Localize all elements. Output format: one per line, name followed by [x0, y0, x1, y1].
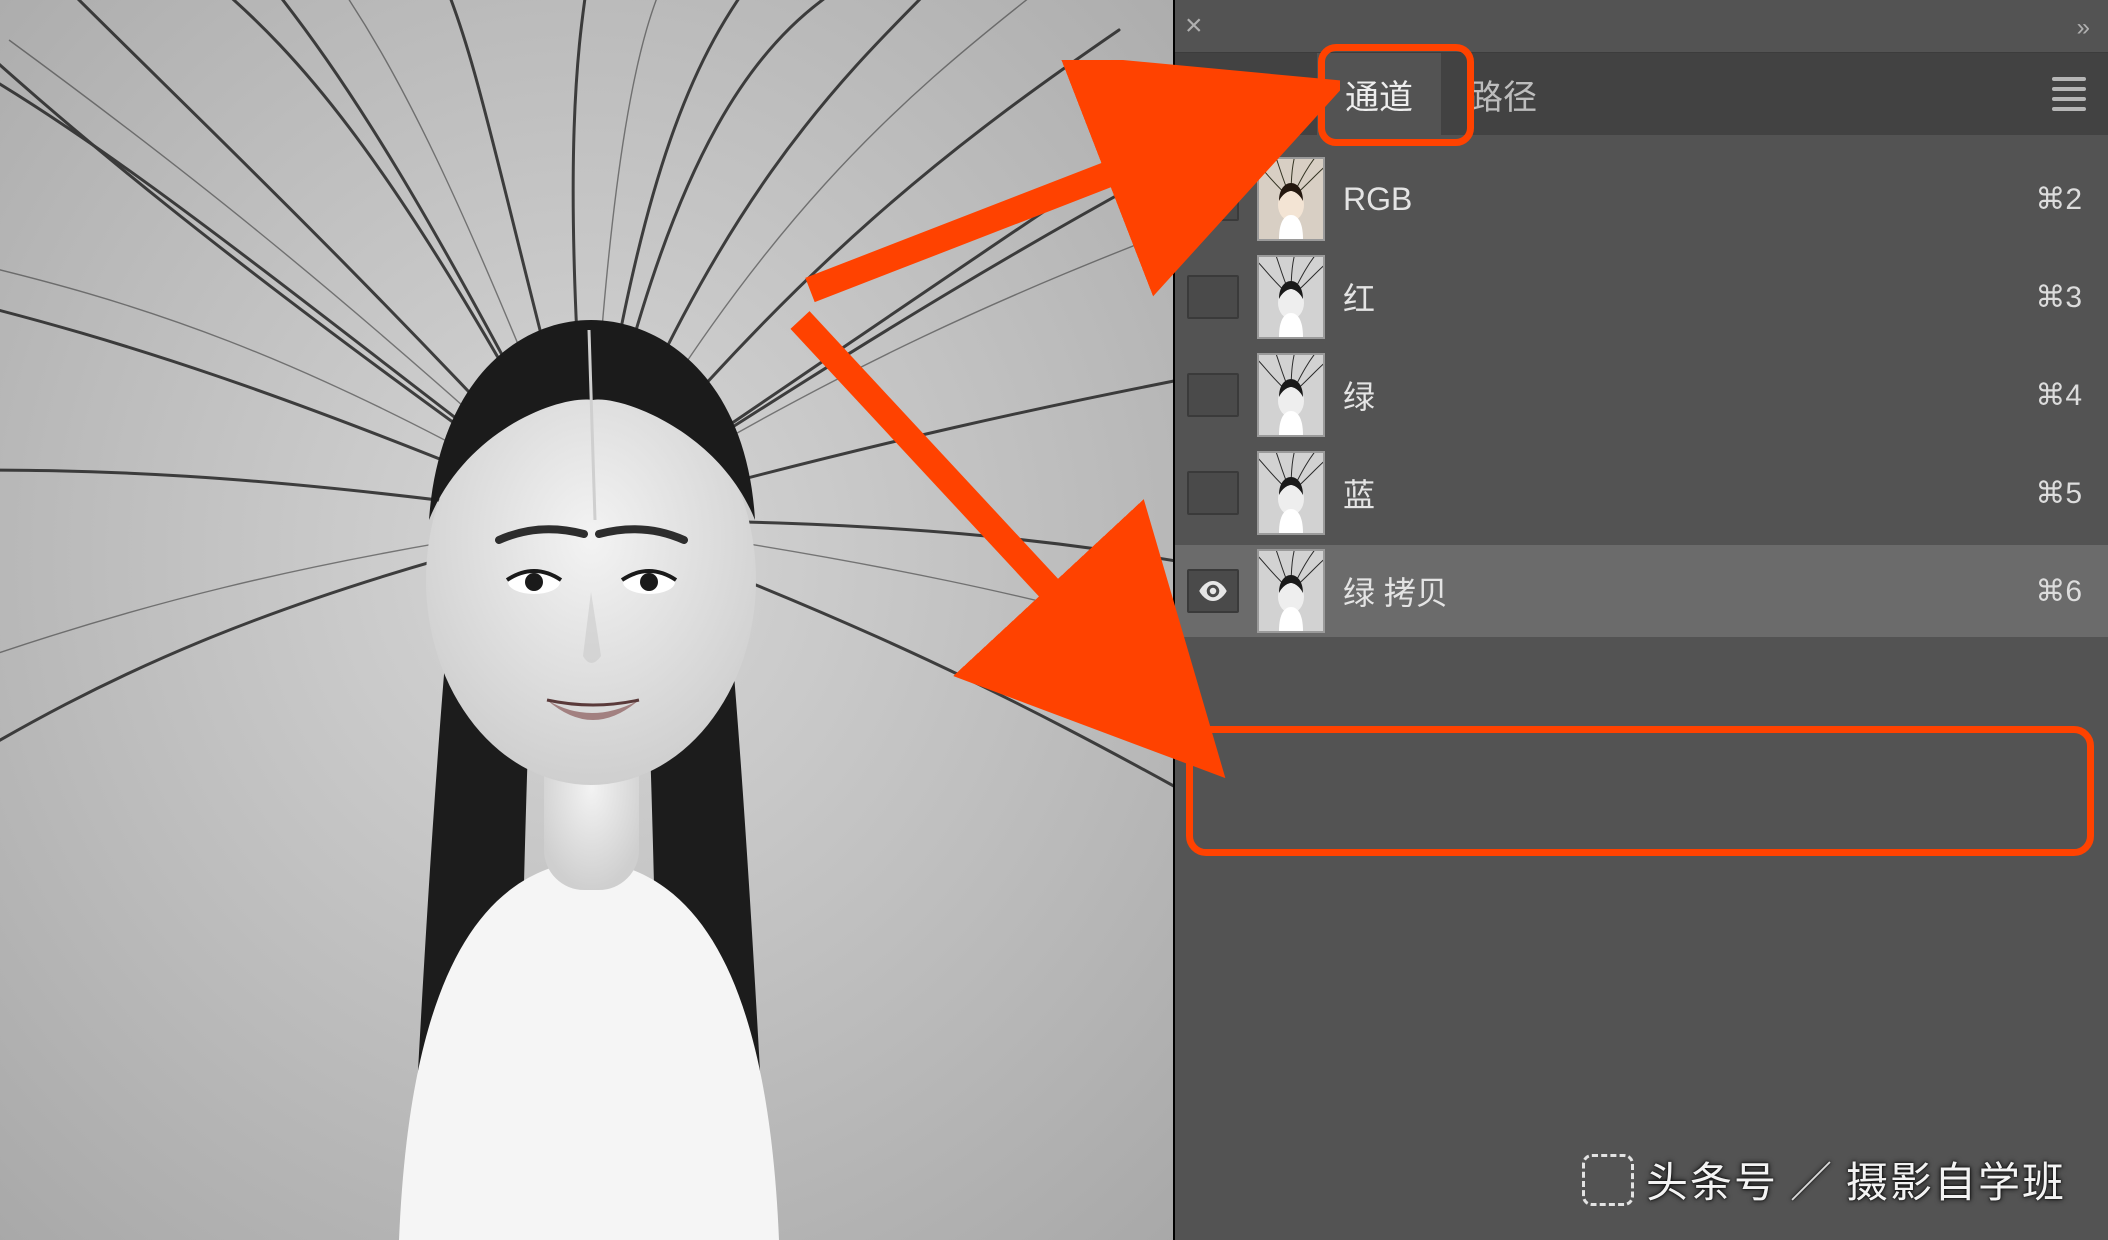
tab-channels[interactable]: 通道	[1317, 53, 1441, 135]
channel-shortcut: ⌘3	[2035, 280, 2082, 315]
channel-shortcut: ⌘5	[2035, 476, 2082, 511]
visibility-toggle[interactable]	[1187, 373, 1239, 417]
channel-row-green[interactable]: 绿 ⌘4	[1175, 349, 2108, 441]
channel-name: 绿 拷贝	[1343, 568, 2017, 614]
channel-row-blue[interactable]: 蓝 ⌘5	[1175, 447, 2108, 539]
channel-thumbnail	[1257, 255, 1325, 339]
channel-name: 绿	[1343, 372, 2017, 418]
channel-row-rgb[interactable]: RGB ⌘2	[1175, 153, 2108, 245]
watermark-brand: 头条号	[1646, 1149, 1778, 1210]
watermark: 头条号 ／ 摄影自学班	[1582, 1149, 2066, 1210]
close-icon[interactable]: ×	[1185, 9, 1225, 43]
visibility-toggle[interactable]	[1187, 569, 1239, 613]
watermark-logo-icon	[1582, 1154, 1634, 1206]
channel-list: RGB ⌘2 红 ⌘3 绿 ⌘4	[1175, 135, 2108, 1240]
visibility-toggle[interactable]	[1187, 471, 1239, 515]
channel-thumbnail	[1257, 157, 1325, 241]
canvas-image	[0, 0, 1175, 1240]
channel-shortcut: ⌘6	[2035, 574, 2082, 609]
channels-panel: × » 图层 通道 路径 RGB ⌘2	[1175, 0, 2108, 1240]
channel-thumbnail	[1257, 353, 1325, 437]
panel-menu-icon[interactable]	[2052, 77, 2086, 111]
eye-icon	[1198, 580, 1228, 602]
tab-layers[interactable]: 图层	[1193, 53, 1317, 135]
watermark-author: 摄影自学班	[1846, 1149, 2066, 1210]
channel-thumbnail	[1257, 549, 1325, 633]
channel-shortcut: ⌘2	[2035, 182, 2082, 217]
visibility-toggle[interactable]	[1187, 275, 1239, 319]
channel-row-green-copy[interactable]: 绿 拷贝 ⌘6	[1175, 545, 2108, 637]
visibility-toggle[interactable]	[1187, 177, 1239, 221]
channel-name: 蓝	[1343, 470, 2017, 516]
document-canvas[interactable]	[0, 0, 1175, 1240]
tab-paths[interactable]: 路径	[1441, 53, 1565, 135]
channel-thumbnail	[1257, 451, 1325, 535]
panel-tab-bar: 图层 通道 路径	[1175, 53, 2108, 135]
channel-shortcut: ⌘4	[2035, 378, 2082, 413]
watermark-separator: ／	[1790, 1149, 1834, 1210]
channel-row-red[interactable]: 红 ⌘3	[1175, 251, 2108, 343]
portrait-illustration	[0, 0, 1173, 1240]
channel-name: RGB	[1343, 181, 2017, 218]
channel-name: 红	[1343, 274, 2017, 320]
panel-header: × »	[1175, 0, 2108, 53]
collapse-icon[interactable]: »	[2077, 14, 2090, 42]
